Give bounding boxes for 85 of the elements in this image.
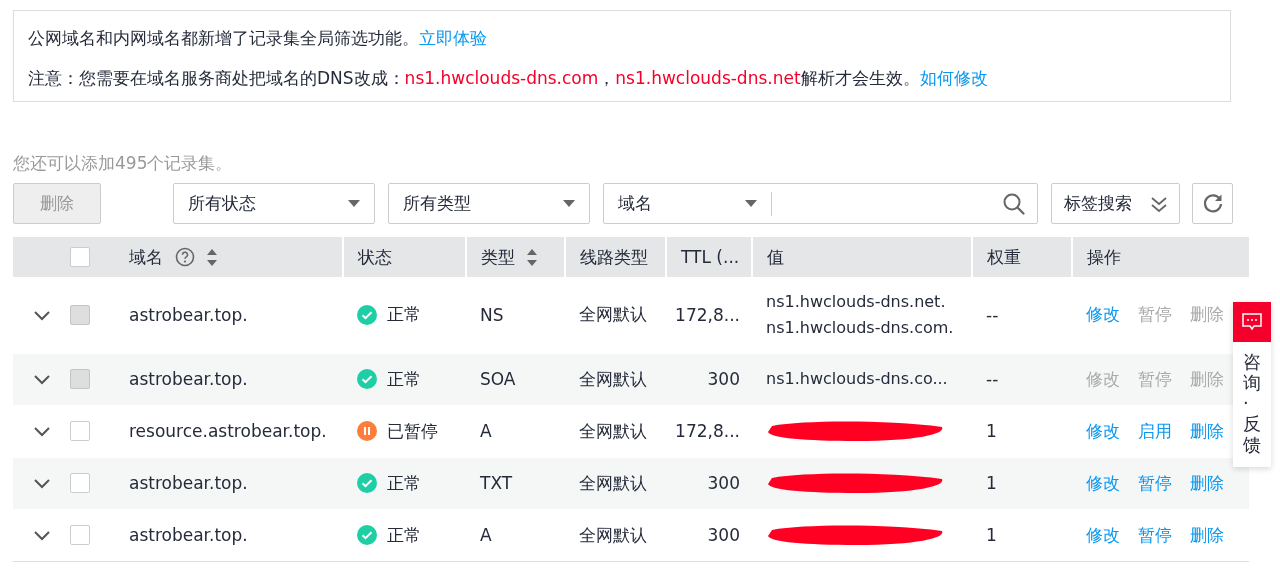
column-header: 操作	[1087, 245, 1121, 269]
how-to-modify-link[interactable]: 如何修改	[919, 65, 988, 91]
nameserver-text: ns1.hwclouds-dns.com	[404, 67, 599, 90]
record-type-text: A	[480, 525, 492, 545]
status-text: 正常	[387, 523, 421, 547]
ttl-text: 300	[707, 473, 740, 493]
action-link[interactable]: 修改	[1086, 471, 1120, 495]
action-link[interactable]: 修改	[1086, 419, 1120, 443]
ttl-text: 300	[707, 525, 740, 545]
select-all-checkbox[interactable]	[70, 247, 90, 267]
column-header: 线路类型	[580, 245, 648, 269]
chevron-down-icon[interactable]	[33, 427, 50, 437]
status-text: 已暂停	[387, 419, 438, 443]
notice-text: 解析才会生效。	[800, 67, 920, 90]
column-header: 域名	[129, 245, 163, 269]
status-text: 正常	[387, 471, 421, 495]
domain-text: astrobear.top.	[129, 304, 248, 325]
sort-icon[interactable]	[207, 248, 217, 266]
sort-icon[interactable]	[527, 248, 537, 266]
line-type-text: 全网默认	[579, 420, 647, 441]
weight-text: 1	[986, 525, 997, 545]
refresh-button[interactable]	[1192, 183, 1233, 224]
record-type-text: TXT	[480, 473, 513, 493]
line-type-text: 全网默认	[579, 472, 647, 493]
line-type-text: 全网默认	[579, 524, 647, 545]
status-text: 正常	[387, 303, 421, 327]
help-icon[interactable]	[175, 247, 195, 267]
notice-text: 注意：您需要在域名服务商处把域名的DNS改成：	[28, 67, 405, 90]
action-link[interactable]: 启用	[1138, 419, 1172, 443]
domain-text: astrobear.top.	[129, 369, 248, 389]
status-text: 正常	[387, 367, 421, 391]
weight-text: --	[986, 304, 999, 325]
value-text: ns1.hwclouds-dns.net.	[766, 290, 947, 313]
value-text: ns1.hwclouds-dns.com.	[766, 316, 955, 339]
column-header: 值	[767, 245, 784, 269]
record-type-text: SOA	[480, 369, 516, 389]
weight-text: 1	[986, 473, 997, 493]
ttl-text: 172,8...	[675, 304, 740, 325]
domain-text: astrobear.top.	[129, 525, 248, 545]
row-checkbox[interactable]	[70, 525, 90, 545]
caret-icon	[347, 200, 360, 207]
search-field-dropdown[interactable]: 域名	[603, 191, 772, 216]
notice-text: 公网域名和内网域名都新增了记录集全局筛选功能。	[28, 27, 419, 50]
action-link[interactable]: 删除	[1190, 523, 1224, 547]
line-type-text: 全网默认	[579, 304, 647, 325]
ttl-text: 300	[707, 369, 740, 389]
record-type-text: NS	[480, 304, 504, 325]
ttl-text: 172,8...	[675, 421, 740, 441]
nameserver-text: ns1.hwclouds-dns.net	[615, 67, 801, 90]
chevron-down-icon[interactable]	[33, 310, 50, 321]
caret-icon	[744, 200, 757, 207]
column-header: 类型	[481, 245, 515, 269]
action-link[interactable]: 暂停	[1138, 523, 1172, 547]
action-link[interactable]: 修改	[1086, 523, 1120, 547]
weight-text: 1	[986, 421, 997, 441]
status-dropdown[interactable]: 所有状态	[172, 183, 375, 224]
chevron-down-icon[interactable]	[33, 531, 50, 541]
search-field[interactable]: 域名	[602, 183, 1039, 224]
value-text: ns1.hwclouds-dns.co...	[766, 368, 949, 390]
domain-text: resource.astrobear.top.	[129, 421, 327, 441]
weight-text: --	[986, 369, 999, 389]
tag-search-button[interactable]: 标签搜索	[1051, 183, 1181, 224]
action-link[interactable]: 删除	[1190, 471, 1224, 495]
column-header: TTL (...	[681, 247, 740, 267]
type-dropdown[interactable]: 所有类型	[387, 183, 590, 224]
chevron-down-icon[interactable]	[33, 375, 50, 385]
double-chevron-icon	[1151, 195, 1168, 212]
column-header: 权重	[987, 245, 1021, 269]
quota-text: 您还可以添加495个记录集。	[13, 152, 233, 175]
row-checkbox[interactable]	[70, 421, 90, 441]
separator-text: ，	[598, 67, 616, 90]
chevron-down-icon[interactable]	[33, 479, 50, 489]
record-type-text: A	[480, 421, 492, 441]
line-type-text: 全网默认	[579, 368, 647, 389]
action-link[interactable]: 暂停	[1138, 471, 1172, 495]
domain-text: astrobear.top.	[129, 473, 248, 493]
search-icon[interactable]	[1003, 192, 1026, 215]
chat-button[interactable]	[1233, 302, 1271, 342]
column-header: 状态	[358, 245, 392, 269]
action-link[interactable]: 删除	[1190, 419, 1224, 443]
try-now-link[interactable]: 立即体验	[419, 25, 487, 51]
row-checkbox[interactable]	[70, 473, 90, 493]
refresh-icon	[1201, 192, 1224, 215]
chat-bubble-icon	[1242, 313, 1262, 331]
caret-icon	[562, 200, 575, 207]
